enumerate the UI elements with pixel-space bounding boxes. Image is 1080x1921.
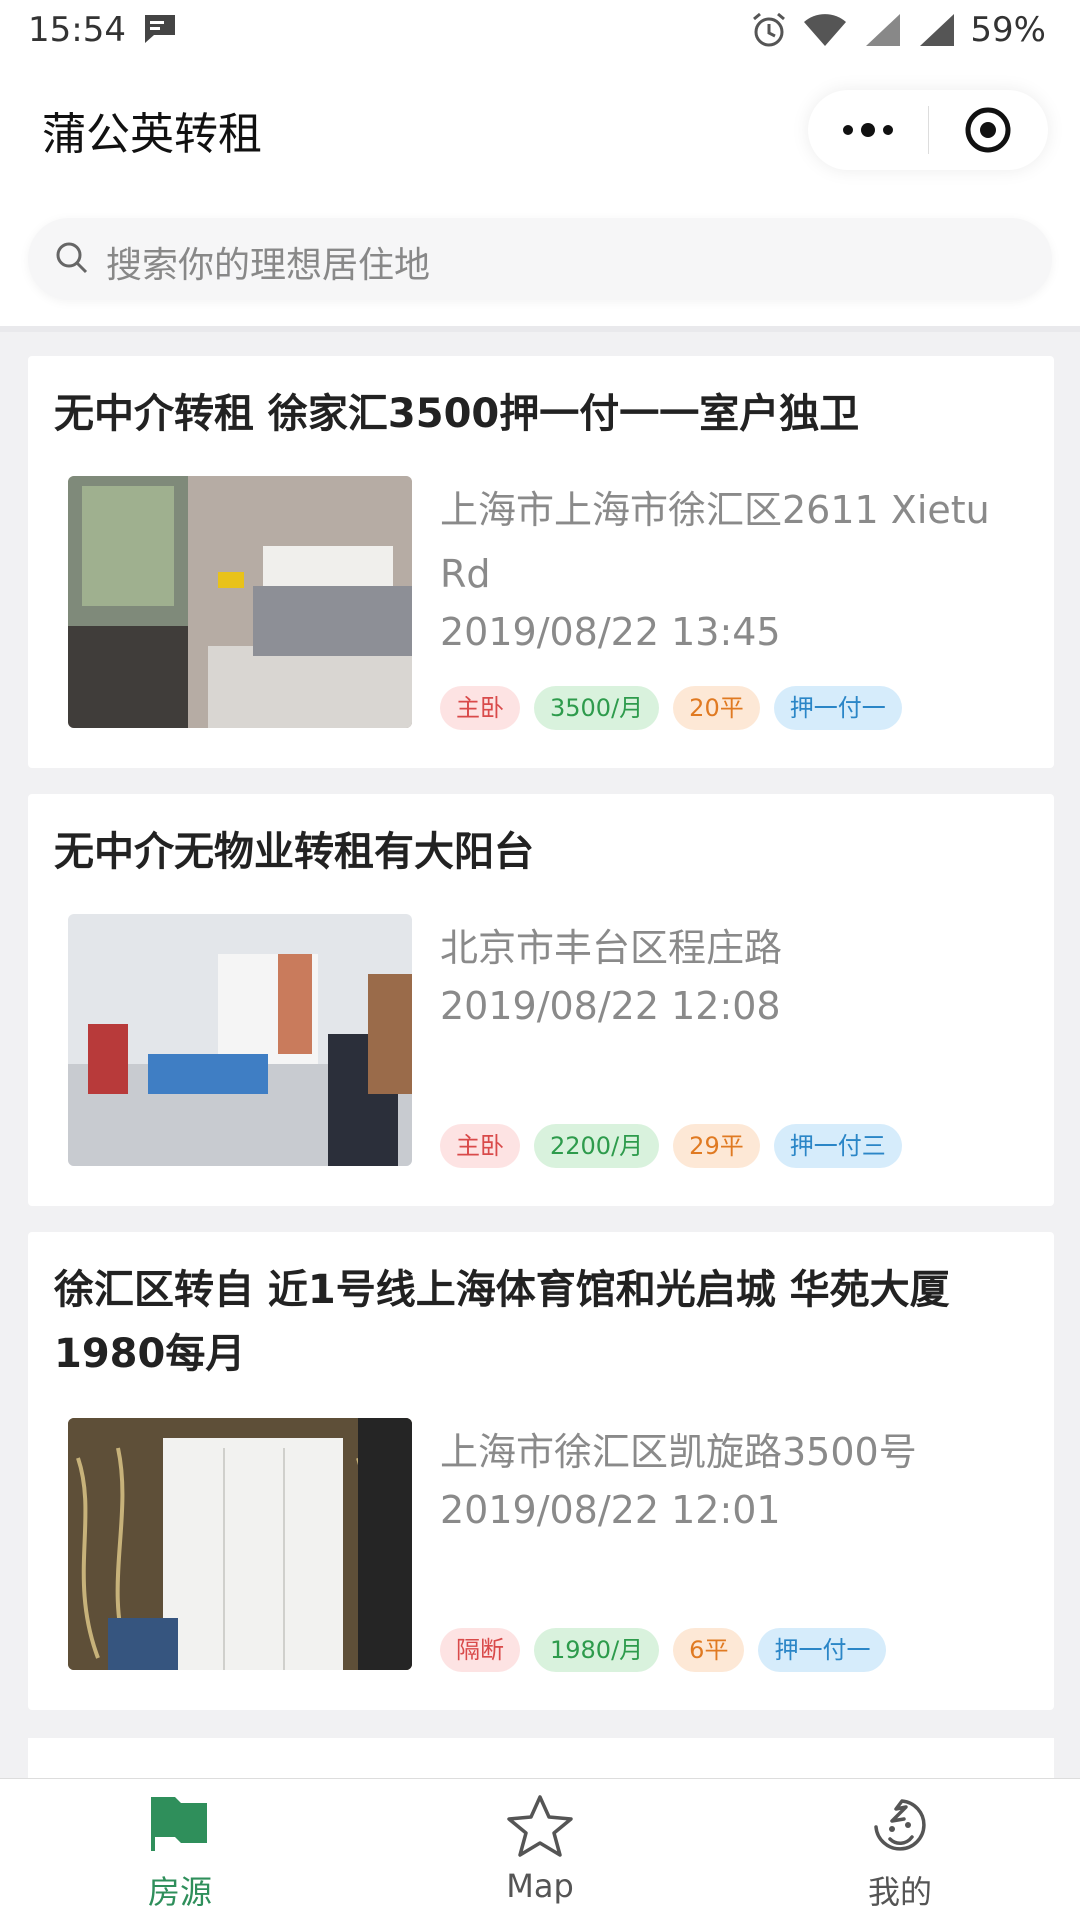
tab-listings[interactable]: 房源 xyxy=(0,1779,360,1921)
price-tag: 3500/月 xyxy=(534,686,660,730)
area-tag: 20平 xyxy=(673,686,760,730)
room-type-tag: 主卧 xyxy=(440,686,520,730)
listing-address: 上海市徐汇区凯旋路3500号 xyxy=(440,1430,917,1474)
close-mini-program-button[interactable] xyxy=(929,90,1049,170)
signal-icon-2 xyxy=(920,14,955,46)
listing-address: 上海市上海市徐汇区2611 Xietu Rd xyxy=(440,488,990,596)
mini-program-capsule xyxy=(808,90,1048,170)
app-header: 蒲公英转租 xyxy=(0,64,1080,196)
listing-address: 北京市丰台区程庄路 xyxy=(440,926,783,970)
area-tag: 29平 xyxy=(673,1124,760,1168)
area-tag: 6平 xyxy=(673,1628,745,1672)
search-input[interactable]: 搜索你的理想居住地 xyxy=(28,218,1052,300)
search-section: 搜索你的理想居住地 xyxy=(0,196,1080,332)
more-button[interactable] xyxy=(808,90,928,170)
listing-photo xyxy=(68,476,412,728)
listing-title: 无中介无物业转租有大阳台 xyxy=(54,829,534,875)
listing-date: 2019/08/22 13:45 xyxy=(440,610,781,654)
payment-tag: 押一付一 xyxy=(773,686,902,730)
status-icons: 59% xyxy=(750,10,1046,50)
tab-label: Map xyxy=(506,1867,574,1905)
room-type-tag: 隔断 xyxy=(440,1628,520,1672)
status-bar: 15:54 59% xyxy=(0,0,1080,64)
listing-card-partial[interactable] xyxy=(28,1738,1054,1778)
status-time: 15:54 xyxy=(28,10,126,50)
message-icon xyxy=(145,15,175,43)
tab-label: 我的 xyxy=(867,1873,932,1911)
page-title: 蒲公英转租 xyxy=(42,109,262,160)
tab-label: 房源 xyxy=(147,1873,212,1911)
flag-icon xyxy=(151,1797,207,1851)
more-dots-icon xyxy=(842,123,893,137)
target-close-icon xyxy=(965,107,1011,153)
battery-level: 59% xyxy=(970,10,1046,50)
smile-face-icon xyxy=(874,1799,926,1851)
listing-photo xyxy=(68,914,412,1166)
listing-tags: 主卧 2200/月 29平 押一付三 xyxy=(440,1124,902,1168)
listing-tags: 隔断 1980/月 6平 押一付一 xyxy=(440,1628,887,1672)
listing-tags: 主卧 3500/月 20平 押一付一 xyxy=(440,686,902,730)
wifi-icon xyxy=(804,14,847,46)
star-icon xyxy=(507,1795,573,1857)
search-placeholder: 搜索你的理想居住地 xyxy=(106,245,431,286)
tab-mine[interactable]: 我的 xyxy=(720,1779,1080,1921)
search-icon xyxy=(56,242,88,274)
listing-date: 2019/08/22 12:01 xyxy=(440,1488,781,1532)
price-tag: 1980/月 xyxy=(534,1628,660,1672)
alarm-icon xyxy=(753,12,786,47)
bottom-tab-bar: 房源 Map 我的 xyxy=(0,1778,1080,1921)
tab-map[interactable]: Map xyxy=(360,1779,720,1921)
listing-title: 徐汇区转自 近1号线上海体育馆和光启城 华苑大厦 1980每月 xyxy=(54,1267,950,1377)
listing-date: 2019/08/22 12:08 xyxy=(440,984,781,1028)
payment-tag: 押一付三 xyxy=(773,1124,902,1168)
listing-card[interactable]: 无中介转租 徐家汇3500押一付一一室户独卫 上海市上海市徐汇区2611 Xie… xyxy=(28,356,1054,768)
listing-card[interactable]: 无中介无物业转租有大阳台 北京市丰台区程庄路 2019/08/22 12:08 … xyxy=(28,794,1054,1206)
listing-card[interactable]: 徐汇区转自 近1号线上海体育馆和光启城 华苑大厦 1980每月 上海市徐汇区凯旋… xyxy=(28,1232,1054,1710)
listing-title: 无中介转租 徐家汇3500押一付一一室户独卫 xyxy=(54,391,860,437)
price-tag: 2200/月 xyxy=(534,1124,660,1168)
room-type-tag: 主卧 xyxy=(440,1124,520,1168)
listing-photo xyxy=(68,1418,412,1670)
signal-icon xyxy=(866,14,901,46)
payment-tag: 押一付一 xyxy=(758,1628,887,1672)
